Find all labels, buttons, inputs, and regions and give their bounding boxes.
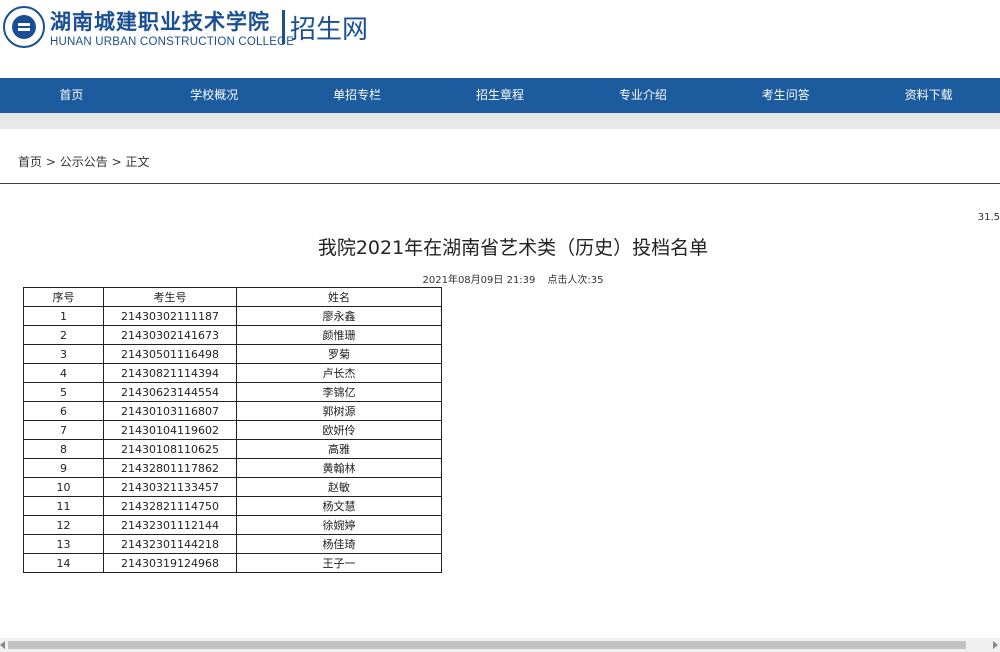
- row-exam-id: 21430104119602: [103, 420, 237, 440]
- article-date: 2021年08月09日 21:39: [422, 275, 536, 286]
- college-name-en[interactable]: HUNAN URBAN CONSTRUCTION COLLEGE: [50, 36, 294, 48]
- row-exam-id: 21432821114750: [103, 496, 237, 516]
- table-row: 3 21430501116498 罗菊: [23, 344, 442, 364]
- breadcrumb-separator: >: [111, 155, 122, 169]
- scroll-right-arrow-icon[interactable]: [993, 641, 998, 649]
- row-index: 1: [23, 306, 104, 326]
- breadcrumb-separator: >: [45, 155, 56, 169]
- row-exam-id: 21430108110625: [103, 439, 237, 459]
- row-exam-id: 21432801117862: [103, 458, 237, 478]
- row-name: 杨文慧: [236, 496, 442, 516]
- row-name: 李锦亿: [236, 382, 442, 402]
- row-exam-id: 21430623144554: [103, 382, 237, 402]
- row-name: 廖永鑫: [236, 306, 442, 326]
- row-name: 郭树源: [236, 401, 442, 421]
- row-name: 卢长杰: [236, 363, 442, 383]
- row-exam-id: 21432301112144: [103, 515, 237, 535]
- scrollbar-thumb[interactable]: [8, 641, 966, 649]
- logo-divider: [282, 10, 285, 44]
- table-row: 4 21430821114394 卢长杰: [23, 363, 442, 383]
- nav-item-about[interactable]: 学校概况: [143, 78, 286, 113]
- header-cell-name: 姓名: [236, 287, 442, 307]
- row-index: 7: [23, 420, 104, 440]
- row-exam-id: 21430302141673: [103, 325, 237, 345]
- row-index: 12: [23, 515, 104, 535]
- row-index: 10: [23, 477, 104, 497]
- row-index: 13: [23, 534, 104, 554]
- table-row: 6 21430103116807 郭树源: [23, 401, 442, 421]
- header-cell-index: 序号: [23, 287, 104, 307]
- table-row: 9 21432801117862 黄翰林: [23, 458, 442, 478]
- row-name: 颜惟珊: [236, 325, 442, 345]
- main-nav: 首页 学校概况 单招专栏 招生章程 专业介绍 考生问答 资料下载: [0, 78, 1000, 113]
- row-exam-id: 21430103116807: [103, 401, 237, 421]
- article-meta: 2021年08月09日 21:39 点击人次:35: [0, 271, 1000, 286]
- site-name[interactable]: 招生网: [290, 9, 368, 46]
- admission-list-table: 序号 考生号 姓名 1 21430302111187 廖永鑫 2 2143030214…: [23, 287, 442, 573]
- table-row: 13 21432301144218 杨佳琦: [23, 534, 442, 554]
- nav-item-regulations[interactable]: 招生章程: [429, 78, 572, 113]
- row-name: 徐婉婷: [236, 515, 442, 535]
- college-name-cn[interactable]: 湖南城建职业技术学院: [50, 6, 270, 36]
- table-row: 1 21430302111187 廖永鑫: [23, 306, 442, 326]
- nav-item-majors[interactable]: 专业介绍: [571, 78, 714, 113]
- row-index: 5: [23, 382, 104, 402]
- row-exam-id: 21430821114394: [103, 363, 237, 383]
- breadcrumb-divider: [0, 183, 1000, 184]
- row-name: 高雅: [236, 439, 442, 459]
- row-index: 8: [23, 439, 104, 459]
- table-row: 2 21430302141673 颜惟珊: [23, 325, 442, 345]
- article-title: 我院2021年在湖南省艺术类（历史）投档名单: [317, 237, 709, 259]
- table-row: 5 21430623144554 李锦亿: [23, 382, 442, 402]
- row-index: 4: [23, 363, 104, 383]
- row-index: 11: [23, 496, 104, 516]
- row-name: 赵敏: [236, 477, 442, 497]
- row-exam-id: 21430321133457: [103, 477, 237, 497]
- article-clicks: 点击人次:35: [547, 275, 604, 286]
- nav-underband: [0, 113, 1000, 129]
- table-header-row: 序号 考生号 姓名: [23, 287, 442, 307]
- horizontal-scrollbar[interactable]: [0, 638, 1000, 652]
- site-header: 湖南城建职业技术学院 HUNAN URBAN CONSTRUCTION COLL…: [0, 0, 1000, 78]
- table-row: 10 21430321133457 赵敏: [23, 477, 442, 497]
- nav-item-home[interactable]: 首页: [0, 78, 143, 113]
- row-index: 3: [23, 344, 104, 364]
- nav-item-downloads[interactable]: 资料下载: [857, 78, 1000, 113]
- row-name: 黄翰林: [236, 458, 442, 478]
- row-index: 6: [23, 401, 104, 421]
- row-name: 罗菊: [236, 344, 442, 364]
- breadcrumb: 首页 > 公示公告 > 正文: [18, 153, 149, 170]
- row-exam-id: 21430501116498: [103, 344, 237, 364]
- row-exam-id: 21430319124968: [103, 553, 237, 573]
- row-name: 杨佳琦: [236, 534, 442, 554]
- breadcrumb-home[interactable]: 首页: [18, 155, 42, 169]
- row-index: 2: [23, 325, 104, 345]
- breadcrumb-current: 正文: [125, 155, 150, 169]
- table-row: 7 21430104119602 欧妍伶: [23, 420, 442, 440]
- college-emblem-icon[interactable]: [3, 6, 45, 48]
- row-name: 欧妍伶: [236, 420, 442, 440]
- nav-item-faq[interactable]: 考生问答: [714, 78, 857, 113]
- row-name: 王子一: [236, 553, 442, 573]
- table-row: 14 21430319124968 王子一: [23, 553, 442, 573]
- breadcrumb-section[interactable]: 公示公告: [60, 155, 108, 169]
- header-cell-exam-id: 考生号: [103, 287, 237, 307]
- row-exam-id: 21432301144218: [103, 534, 237, 554]
- table-row: 11 21432821114750 杨文慧: [23, 496, 442, 516]
- row-index: 14: [23, 553, 104, 573]
- row-index: 9: [23, 458, 104, 478]
- corner-number: 31.5: [977, 212, 1000, 223]
- scroll-left-arrow-icon[interactable]: [0, 641, 5, 649]
- table-row: 8 21430108110625 高雅: [23, 439, 442, 459]
- nav-item-single-enrollment[interactable]: 单招专栏: [286, 78, 429, 113]
- table-row: 12 21432301112144 徐婉婷: [23, 515, 442, 535]
- row-exam-id: 21430302111187: [103, 306, 237, 326]
